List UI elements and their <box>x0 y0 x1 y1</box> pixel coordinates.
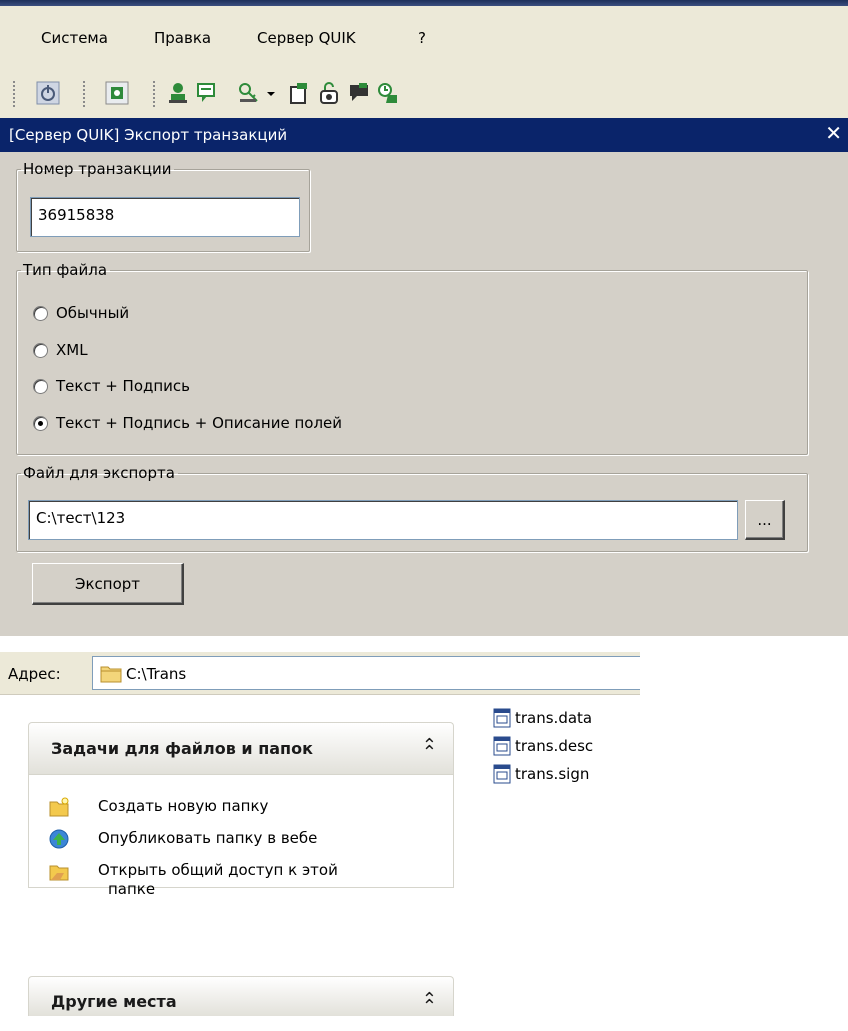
radio-button[interactable] <box>33 305 48 321</box>
radio-option-text-signature-fields[interactable]: Текст + Подпись + Описание полей <box>33 414 342 432</box>
export-button[interactable]: Экспорт <box>32 563 184 605</box>
file-name: trans.data <box>515 709 593 727</box>
task-publish-folder[interactable]: Опубликовать папку в вебе <box>98 829 317 847</box>
file-item[interactable]: trans.data <box>493 708 592 728</box>
collapse-chevron-icon[interactable]: ⌃ ⌃ <box>422 735 437 777</box>
user-connect-icon[interactable] <box>165 80 191 106</box>
export-file-path-input[interactable]: C:\тест\123 <box>28 500 738 540</box>
task-share-folder-line2[interactable]: папке <box>108 880 155 898</box>
other-places-title: Другие места <box>51 992 177 1011</box>
menu-item-system[interactable]: Система <box>41 29 108 47</box>
radio-option-text-signature[interactable]: Текст + Подпись <box>33 377 190 395</box>
file-item[interactable]: trans.desc <box>493 736 593 756</box>
menu-item-help[interactable]: ? <box>418 29 426 47</box>
radio-label: Текст + Подпись + Описание полей <box>56 414 343 432</box>
toolbar-separator <box>83 81 85 107</box>
other-places-panel-header[interactable]: Другие места ⌃ ⌃ <box>28 976 454 1017</box>
power-icon[interactable] <box>35 80 61 106</box>
address-label: Адрес: <box>8 665 61 683</box>
radio-label: Текст + Подпись <box>56 377 191 395</box>
quik-window: Система Правка Сервер QUIK ? [Сервер QUI… <box>0 0 848 636</box>
file-type-legend: Тип файла <box>23 261 108 279</box>
dialog-title-bar: [Сервер QUIK] Экспорт транзакций ✕ <box>0 118 848 152</box>
radio-button[interactable] <box>33 378 48 394</box>
settings-icon[interactable] <box>104 80 130 106</box>
key-icon[interactable] <box>236 80 262 106</box>
file-name: trans.desc <box>515 737 594 755</box>
new-folder-icon <box>49 797 69 817</box>
dropdown-arrow-icon[interactable] <box>264 80 278 106</box>
file-icon <box>493 736 511 756</box>
globe-icon <box>49 829 69 849</box>
dialog-title: [Сервер QUIK] Экспорт транзакций <box>9 126 288 144</box>
task-share-folder[interactable]: Открыть общий доступ к этой <box>98 861 338 879</box>
export-file-legend: Файл для экспорта <box>23 464 175 482</box>
file-name: trans.sign <box>515 765 590 783</box>
close-icon[interactable]: ✕ <box>825 122 842 144</box>
radio-option-plain[interactable]: Обычный <box>33 304 129 322</box>
task-create-folder[interactable]: Создать новую папку <box>98 797 268 815</box>
user-clock-icon[interactable] <box>374 80 400 106</box>
radio-button[interactable] <box>33 342 48 358</box>
toolbar-grip <box>13 81 15 107</box>
menu-item-edit[interactable]: Правка <box>154 29 211 47</box>
address-value: C:\Trans <box>126 665 187 683</box>
chat-icon[interactable] <box>346 80 372 106</box>
transaction-number-input[interactable]: 36915838 <box>30 197 300 237</box>
tasks-panel-header[interactable]: Задачи для файлов и папок ⌃ ⌃ <box>28 722 454 774</box>
share-folder-icon <box>49 865 69 881</box>
folder-icon <box>100 666 122 683</box>
radio-option-xml[interactable]: XML <box>33 341 88 359</box>
file-icon <box>493 708 511 728</box>
file-item[interactable]: trans.sign <box>493 764 589 784</box>
toolbar-separator-2 <box>153 81 155 107</box>
collapse-chevron-icon[interactable]: ⌃ ⌃ <box>422 989 437 1031</box>
browse-button[interactable]: ... <box>745 500 785 540</box>
radio-label: Обычный <box>56 304 130 322</box>
radio-label: XML <box>56 341 88 359</box>
document-flag-icon[interactable] <box>286 80 312 106</box>
tasks-panel-title: Задачи для файлов и папок <box>51 739 313 758</box>
messages-icon[interactable] <box>194 80 220 106</box>
file-icon <box>493 764 511 784</box>
radio-button-selected[interactable] <box>33 415 48 431</box>
transaction-number-legend: Номер транзакции <box>23 160 172 178</box>
lock-icon[interactable] <box>316 80 342 106</box>
menu-item-quik-server[interactable]: Сервер QUIK <box>257 29 356 47</box>
